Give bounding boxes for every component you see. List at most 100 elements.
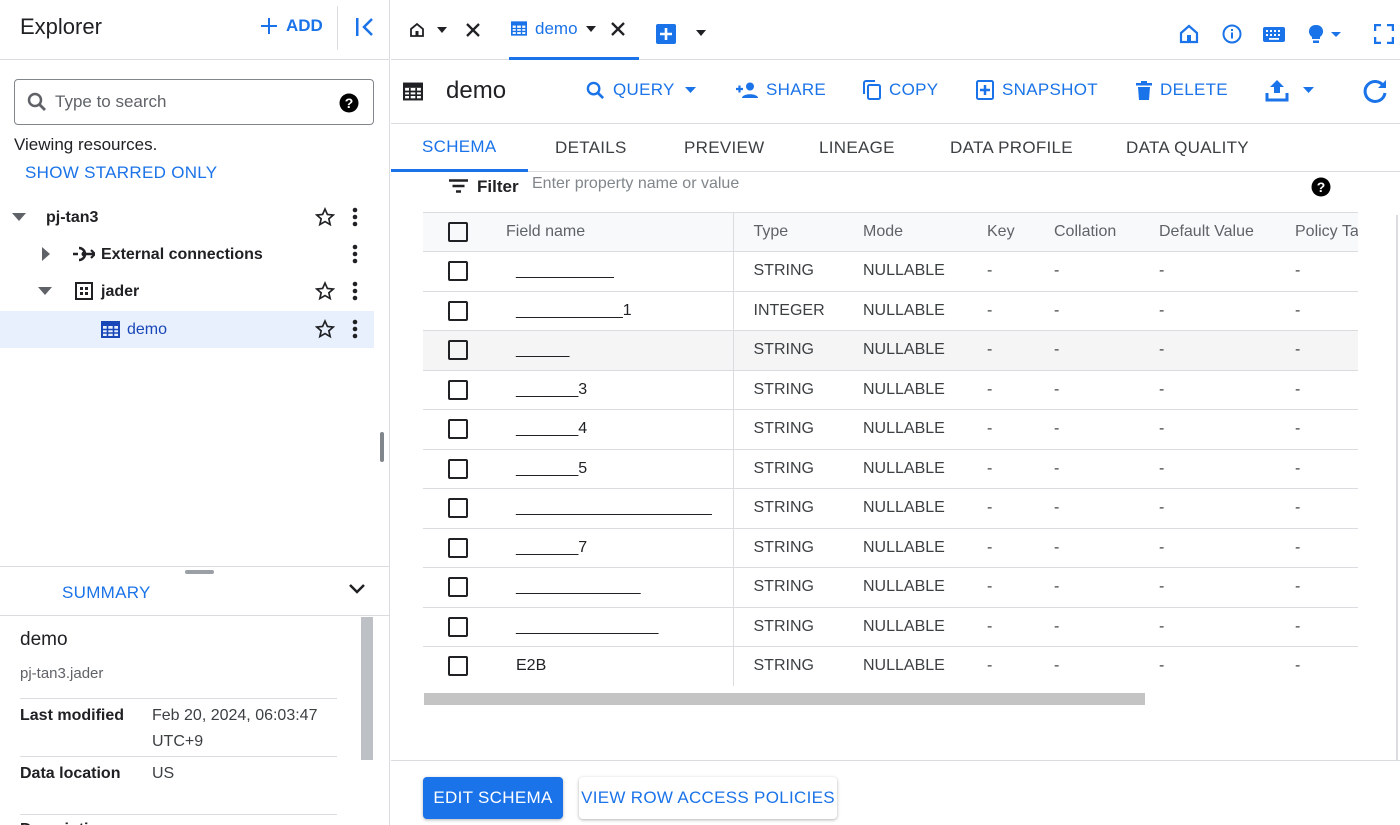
- column-header-policy-tags[interactable]: Policy Tags: [1275, 212, 1358, 252]
- info-icon[interactable]: [1222, 24, 1242, 44]
- share-button[interactable]: SHARE: [736, 80, 826, 100]
- chevron-down-icon[interactable]: [348, 583, 366, 595]
- column-header-default-value[interactable]: Default Value: [1139, 212, 1275, 252]
- field-name-cell[interactable]: ______________________: [496, 488, 734, 529]
- horizontal-scrollbar[interactable]: [424, 693, 1145, 705]
- summary-scrollbar[interactable]: [361, 617, 373, 760]
- row-checkbox[interactable]: [448, 537, 468, 558]
- row-checkbox[interactable]: [448, 261, 468, 282]
- table-row[interactable]: ________________ STRING NULLABLE - - - -: [423, 607, 1358, 647]
- row-checkbox[interactable]: [448, 379, 468, 400]
- tab-schema[interactable]: SCHEMA: [391, 124, 528, 172]
- summary-tab[interactable]: SUMMARY: [62, 583, 151, 603]
- refresh-icon[interactable]: [1362, 78, 1388, 104]
- star-icon[interactable]: [315, 281, 335, 301]
- select-all-checkbox[interactable]: [448, 222, 468, 242]
- snapshot-button[interactable]: SNAPSHOT: [976, 80, 1098, 100]
- field-name-cell[interactable]: E2B: [496, 646, 734, 686]
- caret-down-icon[interactable]: [437, 27, 447, 33]
- help-icon[interactable]: ?: [1311, 177, 1331, 197]
- vertical-scrollbar[interactable]: [1396, 215, 1398, 760]
- search-input[interactable]: [55, 92, 325, 112]
- row-checkbox[interactable]: [448, 458, 468, 479]
- caret-down-icon[interactable]: [696, 30, 706, 36]
- query-button[interactable]: QUERY: [586, 80, 696, 100]
- row-checkbox[interactable]: [448, 498, 468, 519]
- close-icon[interactable]: [465, 22, 481, 38]
- column-header-field-name[interactable]: Field name: [496, 212, 734, 252]
- field-name-cell[interactable]: ______: [496, 330, 734, 371]
- row-checkbox[interactable]: [448, 616, 468, 637]
- field-name-cell[interactable]: _______3: [496, 370, 734, 410]
- export-button[interactable]: [1265, 78, 1314, 102]
- keyboard-icon[interactable]: [1263, 27, 1285, 42]
- more-vert-icon[interactable]: [352, 281, 358, 301]
- collapse-panel-icon[interactable]: [355, 16, 375, 38]
- row-checkbox[interactable]: [448, 656, 468, 677]
- star-icon[interactable]: [315, 207, 335, 227]
- explorer-scrollbar[interactable]: [380, 432, 384, 462]
- tree-item-table-demo[interactable]: demo: [0, 311, 374, 348]
- tab-details[interactable]: DETAILS: [555, 124, 627, 172]
- caret-down-icon[interactable]: [38, 287, 52, 296]
- close-icon[interactable]: [610, 21, 626, 37]
- table-row[interactable]: _______7 STRING NULLABLE - - - -: [423, 528, 1358, 568]
- filter-icon[interactable]: [449, 179, 468, 193]
- more-vert-icon[interactable]: [352, 244, 358, 264]
- star-icon[interactable]: [315, 319, 335, 339]
- fullscreen-icon[interactable]: [1374, 24, 1394, 44]
- column-header-collation[interactable]: Collation: [1034, 212, 1139, 252]
- table-row[interactable]: _______3 STRING NULLABLE - - - -: [423, 370, 1358, 410]
- help-icon[interactable]: ?: [339, 93, 359, 113]
- table-row[interactable]: ____________1 INTEGER NULLABLE - - - -: [423, 291, 1358, 331]
- row-checkbox[interactable]: [448, 300, 468, 321]
- tab-data-profile[interactable]: DATA PROFILE: [950, 124, 1073, 172]
- table-row[interactable]: ______________________ STRING NULLABLE - - - -: [423, 488, 1358, 529]
- field-name-cell[interactable]: _______4: [496, 409, 734, 450]
- filter-input[interactable]: [532, 175, 1032, 193]
- caret-down-icon: [684, 87, 696, 93]
- add-tab-icon[interactable]: [656, 24, 676, 44]
- column-header-key[interactable]: Key: [967, 212, 1034, 252]
- caret-down-icon[interactable]: [585, 25, 596, 32]
- field-name-cell[interactable]: ________________: [496, 607, 734, 647]
- column-header-type[interactable]: Type: [733, 212, 843, 252]
- tab-preview[interactable]: PREVIEW: [684, 124, 765, 172]
- row-checkbox[interactable]: [448, 577, 468, 598]
- tab-home[interactable]: [409, 0, 481, 60]
- collation-cell: -: [1034, 449, 1139, 489]
- add-button[interactable]: ADD: [260, 16, 323, 36]
- table-row[interactable]: _______4 STRING NULLABLE - - - -: [423, 409, 1358, 450]
- column-header-mode[interactable]: Mode: [843, 212, 967, 252]
- more-vert-icon[interactable]: [352, 319, 358, 339]
- more-vert-icon[interactable]: [352, 207, 358, 227]
- table-row[interactable]: E2B STRING NULLABLE - - - -: [423, 646, 1358, 686]
- table-row[interactable]: ______________ STRING NULLABLE - - - -: [423, 567, 1358, 608]
- field-name-cell[interactable]: _______7: [496, 528, 734, 568]
- tree-item-project[interactable]: pj-tan3: [0, 199, 374, 236]
- table-row[interactable]: ___________ STRING NULLABLE - - - -: [423, 251, 1358, 292]
- table-row[interactable]: ______ STRING NULLABLE - - - -: [423, 330, 1358, 371]
- caret-right-icon[interactable]: [42, 247, 51, 261]
- row-checkbox[interactable]: [448, 340, 468, 361]
- lightbulb-icon[interactable]: [1307, 24, 1341, 44]
- tab-demo[interactable]: demo: [509, 0, 639, 60]
- search-box[interactable]: ?: [14, 79, 374, 125]
- show-starred-only-link[interactable]: SHOW STARRED ONLY: [25, 163, 217, 183]
- view-row-access-policies-button[interactable]: VIEW ROW ACCESS POLICIES: [579, 777, 837, 819]
- field-name-cell[interactable]: ____________1: [496, 291, 734, 331]
- field-name-cell[interactable]: ______________: [496, 567, 734, 608]
- table-row[interactable]: _______5 STRING NULLABLE - - - -: [423, 449, 1358, 489]
- field-name-cell[interactable]: _______5: [496, 449, 734, 489]
- tree-item-dataset[interactable]: jader: [0, 273, 374, 310]
- copy-button[interactable]: COPY: [863, 80, 938, 100]
- edit-schema-button[interactable]: EDIT SCHEMA: [423, 777, 563, 819]
- home-icon[interactable]: [1179, 24, 1199, 44]
- tab-data-quality[interactable]: DATA QUALITY: [1126, 124, 1249, 172]
- tab-lineage[interactable]: LINEAGE: [819, 124, 895, 172]
- field-name-cell[interactable]: ___________: [496, 251, 734, 292]
- tree-item-external-connections[interactable]: External connections: [0, 236, 374, 273]
- caret-down-icon[interactable]: [12, 213, 26, 222]
- row-checkbox[interactable]: [448, 419, 468, 440]
- delete-button[interactable]: DELETE: [1136, 80, 1228, 100]
